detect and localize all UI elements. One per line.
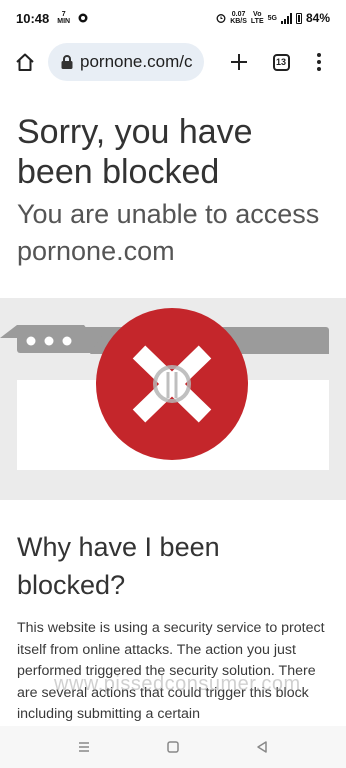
back-triangle-icon: [256, 741, 267, 753]
new-tab-button[interactable]: [222, 45, 256, 79]
tab-count: 13: [272, 53, 290, 71]
watermark: www.pissedconsumer.com: [54, 673, 301, 695]
home-button[interactable]: [8, 45, 42, 79]
status-right: 0.07 KB/S Vo LTE 5G 84%: [216, 11, 330, 25]
system-nav-bar: [0, 726, 346, 768]
recents-button[interactable]: [64, 732, 104, 762]
home-nav-button[interactable]: [153, 732, 193, 762]
network-speed: 0.07 KB/S: [230, 11, 247, 25]
address-bar[interactable]: pornone.com/c: [48, 43, 204, 81]
section-title: Why have I been blocked?: [17, 532, 220, 600]
browser-toolbar: pornone.com/c 13: [0, 36, 346, 88]
menu-lines-icon: [79, 742, 90, 752]
status-bar: 10:48 7 MIN 0.07 KB/S Vo LTE 5G 84%: [0, 0, 346, 36]
battery-icon: [295, 12, 302, 24]
page-headline: Sorry, you have been blocked: [17, 113, 253, 191]
page-subheadline: You are unable to access pornone.com: [17, 199, 320, 266]
more-vert-icon: [317, 53, 321, 71]
back-button[interactable]: [242, 732, 282, 762]
volte-indicator: Vo LTE: [250, 11, 264, 25]
status-left: 10:48 7 MIN: [16, 11, 88, 26]
signal-icon: [280, 12, 292, 24]
lock-icon: [61, 55, 73, 69]
blocked-browser-graphic: [0, 308, 329, 470]
menu-button[interactable]: [304, 45, 334, 79]
body-text: This website is using a security service…: [17, 620, 325, 722]
home-icon: [16, 53, 34, 71]
plus-icon: [231, 54, 247, 70]
square-icon: [167, 741, 179, 753]
battery-level: 84%: [305, 11, 330, 25]
notification-indicator: 7 MIN: [57, 11, 71, 25]
app-notification-icon: [78, 13, 88, 23]
url-text: pornone.com/c: [80, 52, 193, 71]
blocked-illustration: [0, 298, 346, 500]
alarm-icon: [216, 14, 226, 23]
status-time: 10:48: [16, 10, 50, 26]
network-type: 5G: [267, 14, 277, 22]
tab-switcher-button[interactable]: 13: [264, 45, 298, 79]
page-content: Sorry, you have been blocked You are una…: [0, 88, 346, 722]
